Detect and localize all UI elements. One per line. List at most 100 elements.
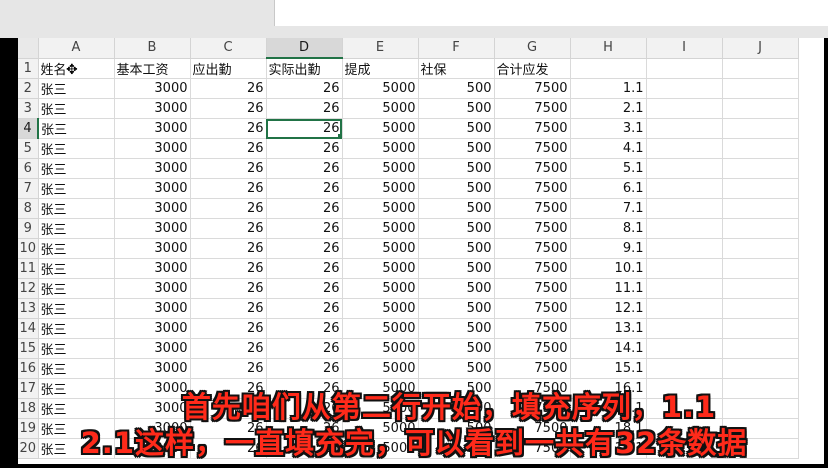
cell-g6[interactable]: 7500 xyxy=(494,158,571,179)
column-header-f[interactable]: F xyxy=(418,38,495,59)
cell-d8[interactable]: 26 xyxy=(266,198,343,219)
cell-j7[interactable] xyxy=(722,178,799,199)
cell-f7[interactable]: 500 xyxy=(418,178,495,199)
column-header-h[interactable]: H xyxy=(570,38,647,59)
cell-h1[interactable] xyxy=(570,58,647,79)
cell-f4[interactable]: 500 xyxy=(418,118,495,139)
cell-i4[interactable] xyxy=(646,118,723,139)
select-all-corner[interactable] xyxy=(18,38,39,59)
cell-h5[interactable]: 4.1 xyxy=(570,138,647,159)
row-header[interactable]: 11 xyxy=(18,258,39,279)
cell-c2[interactable]: 26 xyxy=(190,78,267,99)
row-header[interactable]: 6 xyxy=(18,158,39,179)
cell-c7[interactable]: 26 xyxy=(190,178,267,199)
cell-g8[interactable]: 7500 xyxy=(494,198,571,219)
cell-d11[interactable]: 26 xyxy=(266,258,343,279)
cell-c1[interactable]: 应出勤 xyxy=(190,58,267,79)
cell-e11[interactable]: 5000 xyxy=(342,258,419,279)
column-header-i[interactable]: I xyxy=(646,38,723,59)
cell-a4[interactable]: 张三 xyxy=(38,118,115,139)
row-header[interactable]: 14 xyxy=(18,318,39,339)
cell-f10[interactable]: 500 xyxy=(418,238,495,259)
row-header[interactable]: 4 xyxy=(18,118,39,139)
cell-c12[interactable]: 26 xyxy=(190,278,267,299)
cell-a6[interactable]: 张三 xyxy=(38,158,115,179)
cell-c10[interactable]: 26 xyxy=(190,238,267,259)
cell-h9[interactable]: 8.1 xyxy=(570,218,647,239)
cell-h10[interactable]: 9.1 xyxy=(570,238,647,259)
cell-h7[interactable]: 6.1 xyxy=(570,178,647,199)
cell-d5[interactable]: 26 xyxy=(266,138,343,159)
cell-b14[interactable]: 3000 xyxy=(114,318,191,339)
column-header-j[interactable]: J xyxy=(722,38,799,59)
cell-c15[interactable]: 26 xyxy=(190,338,267,359)
column-header-g[interactable]: G xyxy=(494,38,571,59)
cell-b13[interactable]: 3000 xyxy=(114,298,191,319)
cell-e8[interactable]: 5000 xyxy=(342,198,419,219)
cell-a13[interactable]: 张三 xyxy=(38,298,115,319)
cell-f1[interactable]: 社保 xyxy=(418,58,495,79)
cell-b11[interactable]: 3000 xyxy=(114,258,191,279)
cell-d7[interactable]: 26 xyxy=(266,178,343,199)
cell-e7[interactable]: 5000 xyxy=(342,178,419,199)
cell-i2[interactable] xyxy=(646,78,723,99)
cell-j16[interactable] xyxy=(722,358,799,379)
row-header[interactable]: 3 xyxy=(18,98,39,119)
cell-h16[interactable]: 15.1 xyxy=(570,358,647,379)
cell-d3[interactable]: 26 xyxy=(266,98,343,119)
cell-c6[interactable]: 26 xyxy=(190,158,267,179)
cell-f6[interactable]: 500 xyxy=(418,158,495,179)
cell-h15[interactable]: 14.1 xyxy=(570,338,647,359)
cell-f2[interactable]: 500 xyxy=(418,78,495,99)
cell-d13[interactable]: 26 xyxy=(266,298,343,319)
cell-g14[interactable]: 7500 xyxy=(494,318,571,339)
cell-j2[interactable] xyxy=(722,78,799,99)
column-header-d[interactable]: D xyxy=(266,38,343,59)
cell-g12[interactable]: 7500 xyxy=(494,278,571,299)
cell-b4[interactable]: 3000 xyxy=(114,118,191,139)
row-header[interactable]: 16 xyxy=(18,358,39,379)
cell-e1[interactable]: 提成 xyxy=(342,58,419,79)
cell-b1[interactable]: 基本工资 xyxy=(114,58,191,79)
cell-j5[interactable] xyxy=(722,138,799,159)
cell-f11[interactable]: 500 xyxy=(418,258,495,279)
cell-i9[interactable] xyxy=(646,218,723,239)
cell-i16[interactable] xyxy=(646,358,723,379)
cell-c16[interactable]: 26 xyxy=(190,358,267,379)
cell-h13[interactable]: 12.1 xyxy=(570,298,647,319)
cell-c9[interactable]: 26 xyxy=(190,218,267,239)
cell-g7[interactable]: 7500 xyxy=(494,178,571,199)
cell-j14[interactable] xyxy=(722,318,799,339)
cell-d1[interactable]: 实际出勤 xyxy=(266,58,343,79)
cell-d4[interactable]: 26 xyxy=(266,118,343,139)
cell-e2[interactable]: 5000 xyxy=(342,78,419,99)
cell-a12[interactable]: 张三 xyxy=(38,278,115,299)
cell-h6[interactable]: 5.1 xyxy=(570,158,647,179)
cell-j13[interactable] xyxy=(722,298,799,319)
cell-i8[interactable] xyxy=(646,198,723,219)
cell-j1[interactable] xyxy=(722,58,799,79)
row-header[interactable]: 2 xyxy=(18,78,39,99)
cell-a2[interactable]: 张三 xyxy=(38,78,115,99)
cell-i11[interactable] xyxy=(646,258,723,279)
cell-a9[interactable]: 张三 xyxy=(38,218,115,239)
cell-g11[interactable]: 7500 xyxy=(494,258,571,279)
cell-j4[interactable] xyxy=(722,118,799,139)
row-header[interactable]: 1 xyxy=(18,58,39,79)
row-header[interactable]: 5 xyxy=(18,138,39,159)
cell-b12[interactable]: 3000 xyxy=(114,278,191,299)
cell-c4[interactable]: 26 xyxy=(190,118,267,139)
formula-input[interactable] xyxy=(274,0,828,26)
row-header[interactable]: 8 xyxy=(18,198,39,219)
cell-e5[interactable]: 5000 xyxy=(342,138,419,159)
cell-h2[interactable]: 1.1 xyxy=(570,78,647,99)
cell-e6[interactable]: 5000 xyxy=(342,158,419,179)
cell-g1[interactable]: 合计应发 xyxy=(494,58,571,79)
cell-a7[interactable]: 张三 xyxy=(38,178,115,199)
cell-b3[interactable]: 3000 xyxy=(114,98,191,119)
cell-f5[interactable]: 500 xyxy=(418,138,495,159)
cell-g9[interactable]: 7500 xyxy=(494,218,571,239)
cell-d9[interactable]: 26 xyxy=(266,218,343,239)
cell-f12[interactable]: 500 xyxy=(418,278,495,299)
cell-b6[interactable]: 3000 xyxy=(114,158,191,179)
